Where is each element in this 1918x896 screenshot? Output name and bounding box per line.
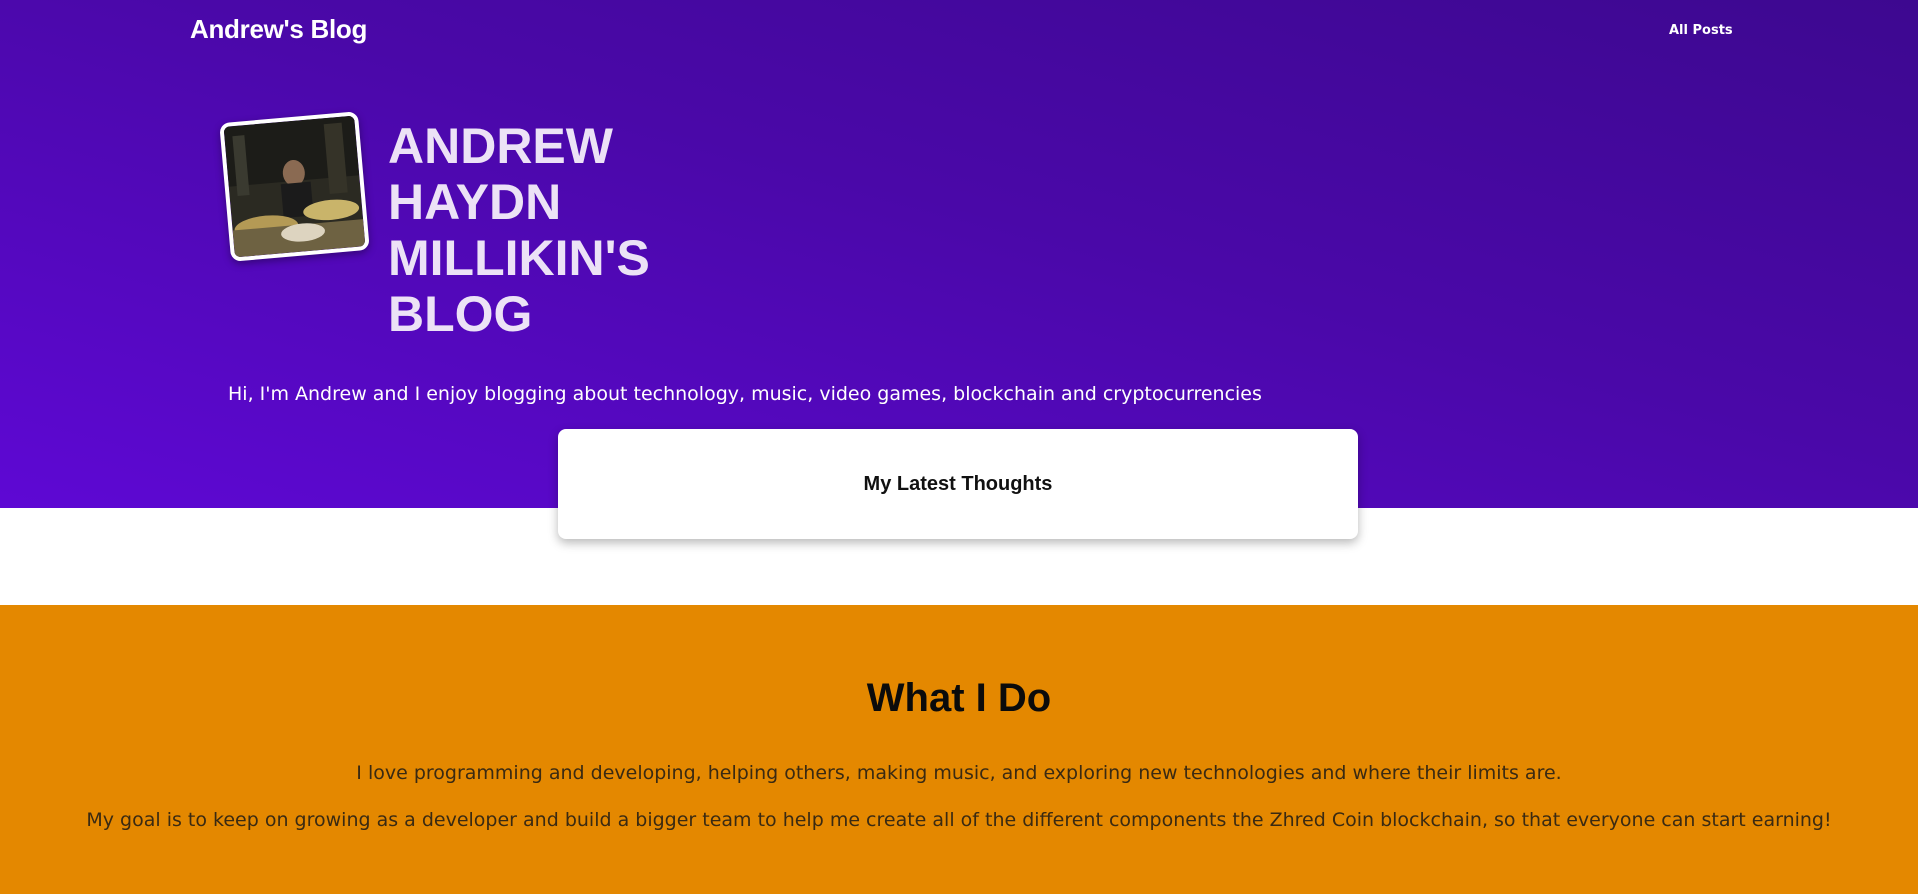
what-i-do-paragraph: My goal is to keep on growing as a devel… bbox=[86, 809, 1832, 831]
page-title: Andrew Haydn Millikin's Blog bbox=[388, 118, 650, 342]
what-i-do-section: What I Do I love programming and develop… bbox=[0, 605, 1918, 894]
what-i-do-paragraph: I love programming and developing, helpi… bbox=[356, 762, 1562, 784]
what-i-do-heading: What I Do bbox=[866, 676, 1052, 720]
nav-all-posts-link[interactable]: All Posts bbox=[1669, 23, 1733, 38]
latest-thoughts-label: My Latest Thoughts bbox=[863, 472, 1053, 495]
latest-thoughts-card[interactable]: My Latest Thoughts bbox=[558, 429, 1358, 539]
site-brand-link[interactable]: Andrew's Blog bbox=[190, 14, 367, 45]
hero-intro-text: Hi, I'm Andrew and I enjoy blogging abou… bbox=[228, 383, 1262, 405]
avatar bbox=[219, 111, 370, 262]
